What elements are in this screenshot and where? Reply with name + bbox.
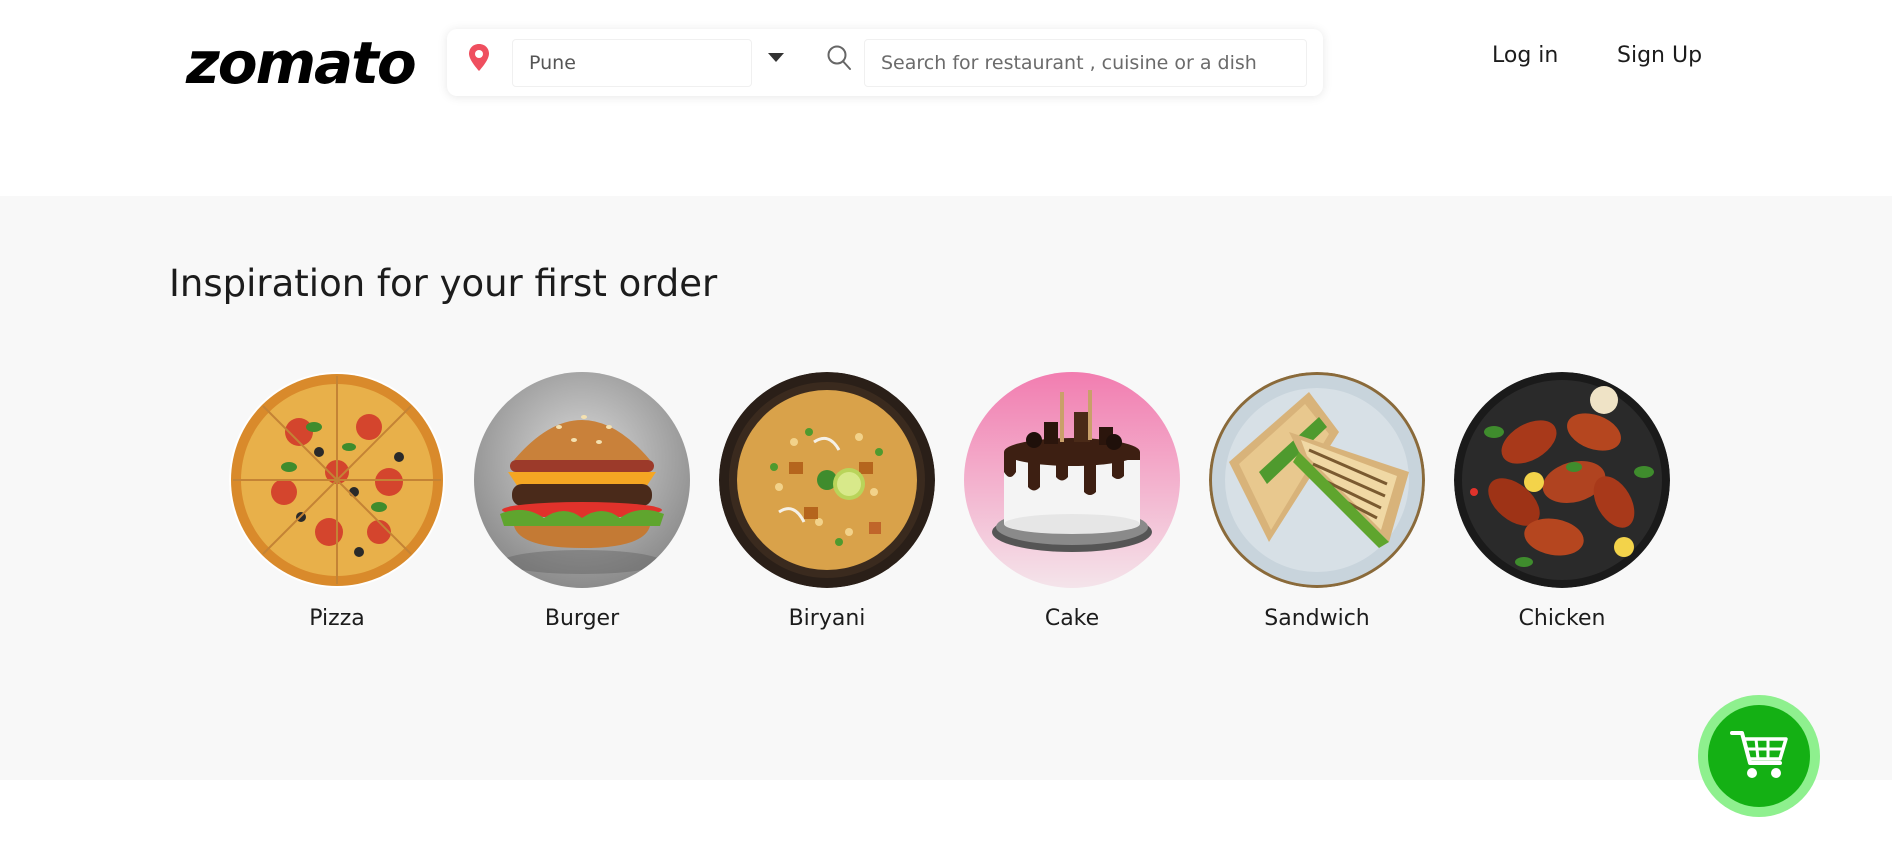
shopping-cart-icon [1730, 731, 1788, 778]
food-card-pizza[interactable]: Pizza [229, 372, 445, 642]
zomato-logo[interactable]: zomato [186, 28, 417, 98]
top-header: zomato Log in Sign Up [0, 0, 1892, 196]
section-title: Inspiration for your first order [169, 262, 718, 305]
location-input[interactable] [512, 39, 752, 87]
cake-image [964, 372, 1180, 588]
food-label: Chicken [1518, 606, 1606, 631]
food-label: Biryani [788, 606, 866, 631]
food-card-burger[interactable]: Burger [474, 372, 690, 642]
pizza-image [229, 372, 445, 588]
food-card-biryani[interactable]: Biryani [719, 372, 935, 642]
search-icon [827, 45, 851, 70]
search-input[interactable] [864, 39, 1307, 87]
food-label: Cake [1044, 606, 1100, 631]
cart-button-inner [1708, 705, 1810, 807]
food-label: Burger [544, 606, 620, 631]
login-link[interactable]: Log in [1492, 40, 1558, 72]
food-card-chicken[interactable]: Chicken [1454, 372, 1670, 642]
inspiration-section: Inspiration for your first order Pizza B… [0, 196, 1892, 780]
sandwich-image [1209, 372, 1425, 588]
signup-link[interactable]: Sign Up [1617, 40, 1702, 72]
food-label: Sandwich [1264, 606, 1370, 631]
location-pin-icon [469, 44, 489, 71]
chicken-image [1454, 372, 1670, 588]
caret-down-icon[interactable] [768, 53, 784, 62]
biryani-image [719, 372, 935, 588]
food-card-sandwich[interactable]: Sandwich [1209, 372, 1425, 642]
food-label: Pizza [309, 606, 365, 631]
food-card-cake[interactable]: Cake [964, 372, 1180, 642]
cart-button[interactable] [1698, 695, 1820, 817]
burger-image [474, 372, 690, 588]
